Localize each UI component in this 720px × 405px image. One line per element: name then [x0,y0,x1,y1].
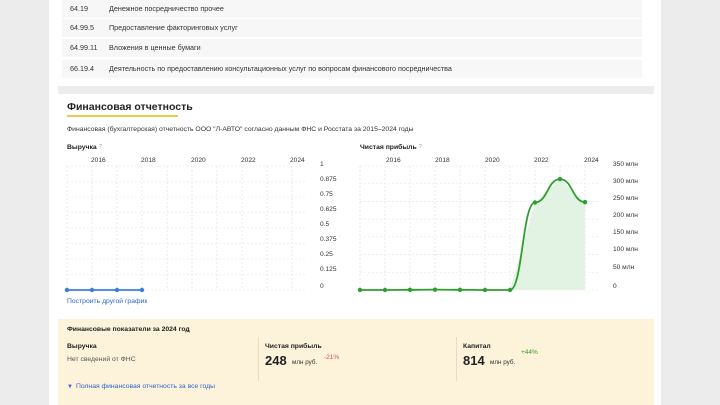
y-tick: 0 [320,283,324,290]
summary-panel: Финансовые показатели за 2024 год ⌄ Выру… [58,319,654,405]
capital-change: +44% [521,349,538,356]
x-tick: 2020 [191,157,206,164]
full-report-link[interactable]: ▼ Полная финансовая отчетность за все год… [67,383,215,390]
x-tick: 2022 [241,157,256,164]
summary-title[interactable]: Финансовые показатели за 2024 год [67,326,190,333]
okved-list: 64.19 Денежное посредничество прочее 64.… [58,0,654,86]
capital-unit: млн руб. [490,359,516,366]
y-tick: 100 млн [613,246,638,253]
y-tick: 0.25 [320,251,333,258]
divider [456,337,457,381]
okved-row: 64.99.11 Вложения в ценные бумаги [62,39,642,57]
okved-text: Денежное посредничество прочее [109,4,224,13]
okved-row: 64.19 Денежное посредничество прочее [62,0,642,18]
profit-chart [357,165,600,293]
okved-text: Предоставление факторинговых услуг [109,23,238,32]
profit-value: 248 [265,353,287,368]
x-tick: 2020 [485,157,500,164]
y-tick: 0.5 [320,221,330,228]
help-icon[interactable]: ? [99,144,102,150]
data-point [482,287,488,293]
section-gap [58,86,654,94]
data-point [139,287,145,293]
y-tick: 50 млн [613,264,635,271]
okved-row: 64.99.5 Предоставление факторинговых усл… [62,19,642,37]
y-tick: 0.75 [320,191,333,198]
profit-label: Чистая прибыль [265,343,322,350]
y-tick: 0.875 [320,176,337,183]
right-gutter [661,0,720,405]
revenue-chart [64,165,307,293]
data-point [532,200,538,205]
data-point [432,287,438,292]
okved-text: Вложения в ценные бумаги [109,43,201,52]
section-subtitle: Финансовая (бухгалтерская) отчетность ОО… [67,126,414,133]
section-title: Финансовая отчетность [67,101,193,113]
data-point [89,287,95,293]
y-tick: 300 млн [613,178,638,185]
area-fill [360,179,585,290]
revenue-chart-title: Выручка? [67,144,102,151]
capital-value: 814 [463,353,485,368]
y-tick: 0.375 [320,236,337,243]
profit-chart-title: Чистая прибыль? [360,144,422,151]
x-tick: 2024 [584,157,599,164]
data-point [557,176,563,182]
left-gutter [0,0,49,405]
y-tick: 0.125 [320,266,337,273]
title-underline [67,115,178,117]
x-tick: 2018 [141,157,156,164]
okved-code: 64.99.11 [70,43,98,52]
divider [258,337,259,381]
okved-code: 66.19.4 [70,64,94,73]
y-tick: 350 млн [613,161,638,168]
help-icon[interactable]: ? [419,144,422,150]
data-point [382,287,388,293]
okved-row: 66.19.4 Деятельность по предоставлению к… [62,60,642,78]
x-tick: 2016 [386,157,401,164]
data-point [507,287,513,293]
okved-code: 64.99.5 [70,23,94,32]
y-tick: 150 млн [613,229,638,236]
okved-code: 64.19 [70,4,88,13]
chevron-down-icon[interactable]: ⌄ [185,326,191,334]
financial-section: Финансовая отчетность Финансовая (бухгал… [58,94,654,405]
revenue-value: Нет сведений от ФНС [67,356,136,363]
triangle-down-icon: ▼ [67,384,73,390]
y-tick: 0.625 [320,206,337,213]
y-tick: 250 млн [613,195,638,202]
x-tick: 2024 [290,157,305,164]
data-point [407,287,413,293]
okved-text: Деятельность по предоставлению консульта… [109,64,452,73]
capital-label: Капитал [463,343,491,350]
x-tick: 2022 [534,157,549,164]
y-tick: 1 [320,161,324,168]
data-point [457,287,463,293]
data-point [64,287,70,293]
data-point [114,287,120,293]
revenue-label: Выручка [67,343,97,350]
other-chart-link[interactable]: Построить другой график [67,298,147,305]
data-point [357,287,363,293]
profit-unit: млн руб. [292,359,318,366]
y-tick: 200 млн [613,212,638,219]
x-tick: 2016 [91,157,106,164]
profit-change: -21% [324,354,340,361]
data-point [582,199,588,205]
y-tick: 0 [613,283,617,290]
x-tick: 2018 [435,157,450,164]
